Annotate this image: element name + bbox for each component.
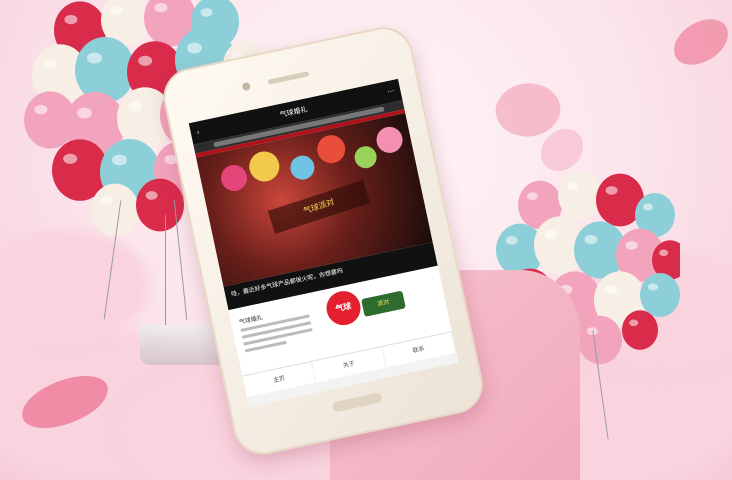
balloon-highlight (34, 104, 48, 115)
balloon-string (165, 215, 166, 325)
speaker (267, 71, 310, 85)
balloon-highlight (43, 58, 58, 69)
front-camera (241, 81, 252, 92)
balloon-highlight (128, 101, 143, 112)
balloon-highlight (138, 55, 153, 66)
back-icon[interactable]: ‹ (196, 128, 200, 136)
petal (666, 13, 732, 71)
more-icon[interactable]: ⋯ (387, 87, 396, 96)
brand-logo-green: 派对 (361, 290, 406, 317)
balloon-highlight (112, 154, 127, 166)
balloon-highlight (566, 182, 578, 191)
balloon-highlight (544, 229, 558, 240)
balloon-highlight (584, 234, 598, 245)
balloon (75, 37, 135, 103)
balloon-highlight (625, 241, 638, 250)
balloon-highlight (110, 6, 123, 15)
balloon-highlight (526, 192, 538, 201)
balloon (91, 183, 139, 237)
balloon-highlight (63, 153, 78, 164)
balloon-highlight (154, 2, 168, 13)
balloon-highlight (605, 186, 618, 195)
balloon-highlight (200, 8, 213, 17)
balloon (622, 310, 658, 350)
poster-text: 气球派对 (267, 180, 371, 234)
background-scene: ‹ 气球婚礼 ⋯ 气球派对 哇，最近好多气球产品都很火呢，你想要吗 气球婚礼 气… (0, 0, 732, 480)
balloon (558, 170, 602, 220)
balloon-highlight (643, 203, 653, 211)
balloon (578, 315, 622, 365)
balloon-highlight (659, 249, 669, 257)
balloon (640, 273, 680, 317)
balloon-highlight (604, 284, 618, 295)
balloon-highlight (77, 107, 92, 119)
balloon-highlight (629, 319, 639, 327)
balloon-highlight (87, 52, 102, 64)
balloon-highlight (505, 236, 518, 245)
home-key[interactable] (331, 392, 383, 413)
balloon-highlight (145, 191, 158, 200)
balloon-highlight (64, 14, 78, 25)
balloon-highlight (100, 196, 113, 205)
balloon-highlight (648, 283, 658, 291)
phone-screen: ‹ 气球婚礼 ⋯ 气球派对 哇，最近好多气球产品都很火呢，你想要吗 气球婚礼 气… (188, 78, 459, 407)
brand-logo-red: 气球 (323, 287, 364, 329)
header-title: 气球婚礼 (279, 105, 309, 120)
balloon-highlight (187, 42, 202, 54)
